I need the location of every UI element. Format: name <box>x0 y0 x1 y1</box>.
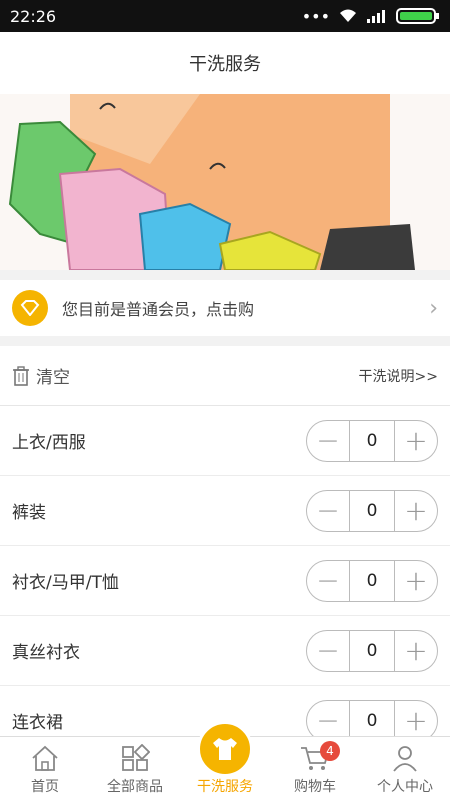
chevron-right-icon: › <box>429 295 438 321</box>
quantity-value[interactable]: 0 <box>349 700 395 741</box>
item-list: 上衣/西服 − 0 + 裤装 − 0 + 衬衣/马甲/T恤 − 0 + 真丝衬衣… <box>0 406 450 756</box>
list-item: 上衣/西服 − 0 + <box>0 406 450 476</box>
tab-label: 个人中心 <box>377 779 433 795</box>
battery-icon <box>396 8 439 24</box>
item-name: 衬衣/马甲/T恤 <box>12 573 119 593</box>
item-name: 真丝衬衣 <box>12 643 80 663</box>
plus-button[interactable]: + <box>395 631 437 671</box>
member-banner[interactable]: 您目前是普通会员，点击购 › <box>0 280 450 336</box>
quantity-stepper: − 0 + <box>306 559 438 602</box>
laundry-banner-illustration <box>0 94 450 270</box>
list-item: 裤装 − 0 + <box>0 476 450 546</box>
status-time: 22:26 <box>10 6 57 26</box>
tab-label: 购物车 <box>294 779 336 795</box>
tab-bar: 首页 全部商品 干洗服务 4 购物车 个人中心 <box>0 721 450 800</box>
minus-button[interactable]: − <box>307 491 349 531</box>
minus-button[interactable]: − <box>307 421 349 461</box>
more-dots-icon: ••• <box>301 6 330 26</box>
title-bar: 干洗服务 <box>0 32 450 94</box>
minus-button[interactable]: − <box>307 561 349 601</box>
quantity-value[interactable]: 0 <box>349 420 395 461</box>
member-badge-icon <box>12 290 48 326</box>
quantity-value[interactable]: 0 <box>349 630 395 671</box>
item-name: 裤装 <box>12 503 46 523</box>
tab-cart[interactable]: 4 购物车 <box>270 737 360 800</box>
cart-toolbar: 清空 干洗说明>> <box>0 346 450 406</box>
plus-button[interactable]: + <box>395 421 437 461</box>
clear-button[interactable]: 清空 <box>12 363 70 388</box>
tab-profile[interactable]: 个人中心 <box>360 737 450 800</box>
cart-badge: 4 <box>320 741 340 761</box>
signal-icon <box>367 10 385 23</box>
quantity-stepper: − 0 + <box>306 419 438 462</box>
plus-button[interactable]: + <box>395 701 437 741</box>
page-title: 干洗服务 <box>189 54 261 75</box>
banner <box>0 94 450 270</box>
plus-button[interactable]: + <box>395 491 437 531</box>
tab-dry-clean[interactable]: 干洗服务 <box>180 721 270 800</box>
minus-button[interactable]: − <box>307 631 349 671</box>
list-item: 衬衣/马甲/T恤 − 0 + <box>0 546 450 616</box>
clear-label: 清空 <box>36 368 70 388</box>
list-item: 真丝衬衣 − 0 + <box>0 616 450 686</box>
tab-label: 干洗服务 <box>197 779 253 795</box>
quantity-value[interactable]: 0 <box>349 490 395 531</box>
grid-icon <box>120 742 150 774</box>
plus-button[interactable]: + <box>395 561 437 601</box>
quantity-value[interactable]: 0 <box>349 560 395 601</box>
home-icon <box>30 742 60 774</box>
trash-icon <box>13 365 29 386</box>
tab-label: 首页 <box>31 779 59 795</box>
item-name: 上衣/西服 <box>12 433 86 453</box>
minus-button[interactable]: − <box>307 701 349 741</box>
tab-home[interactable]: 首页 <box>0 737 90 800</box>
tab-label: 全部商品 <box>107 779 163 795</box>
member-text: 您目前是普通会员，点击购 <box>62 300 255 319</box>
status-bar: 22:26 ••• <box>0 0 450 32</box>
user-icon <box>390 742 420 774</box>
wifi-icon <box>340 9 356 22</box>
tab-all-products[interactable]: 全部商品 <box>90 737 180 800</box>
shirt-icon <box>197 721 253 777</box>
quantity-stepper: − 0 + <box>306 489 438 532</box>
dry-clean-info-link[interactable]: 干洗说明>> <box>359 366 438 386</box>
item-name: 连衣裙 <box>12 713 63 733</box>
quantity-stepper: − 0 + <box>306 629 438 672</box>
